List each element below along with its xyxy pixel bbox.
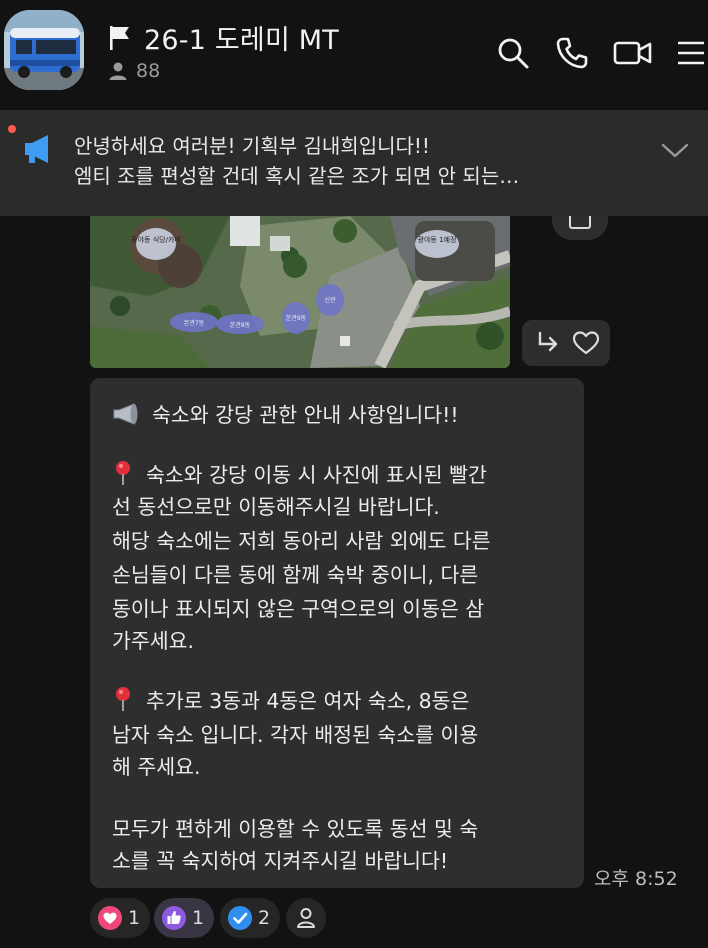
photo-label: 본관8동 (230, 321, 251, 329)
message-line: 해 주세요. (112, 755, 201, 779)
reply-like-group (522, 320, 610, 366)
person-icon (109, 62, 127, 80)
message-line: 추가로 3동과 4동은 여자 숙소, 8동은 (112, 684, 469, 714)
pushpin-icon (116, 461, 130, 485)
message-line: 모두가 편하게 이용할 수 있도록 동선 및 숙 (112, 817, 479, 841)
photo-label: 광야동 1예정 (418, 235, 457, 244)
message-line: 남자 숙소 입니다. 각자 배정된 숙소를 이용 (112, 723, 479, 747)
check-icon (228, 906, 252, 930)
reaction-count: 2 (258, 907, 271, 929)
photo-label: 본관9동 (286, 314, 307, 322)
room-title: 26-1 도레미 MT (144, 25, 339, 56)
flag-icon (110, 25, 129, 50)
notice-unread-dot (8, 125, 16, 133)
search-icon[interactable] (496, 36, 530, 70)
member-count[interactable]: 88 (108, 60, 160, 82)
member-count-value: 88 (136, 60, 161, 82)
message-line: 숙소와 강당 이동 시 사진에 표시된 빨간 (112, 458, 487, 488)
notice-line: 안녕하세요 여러분! 기획부 김내희입니다!! (74, 134, 430, 158)
menu-icon[interactable] (676, 36, 706, 70)
reply-icon[interactable] (534, 330, 562, 356)
chat-header: 26-1 도레미 MT 88 (0, 0, 708, 108)
reaction-heart[interactable]: 1 (90, 898, 151, 938)
reaction-count: 1 (192, 907, 205, 929)
chevron-down-icon[interactable] (660, 140, 690, 160)
reaction-count: 1 (128, 907, 141, 929)
message-line: 해당 숙소에는 저희 동아리 사람 외에도 다른 (112, 529, 491, 553)
heart-outline-icon[interactable] (572, 330, 600, 356)
notice-text: 안녕하세요 여러분! 기획부 김내희입니다!! 엠티 조를 편성할 건데 혹시 … (74, 131, 634, 191)
photo-label: 본관7동 (184, 319, 205, 327)
message-line: 숙소와 강당 관한 안내 사항입니다!! (112, 398, 459, 428)
photo-message[interactable]: 광야동 식당/카페 광야동 1예정 본관7동 본관8동 본관9동 신관 (90, 216, 510, 368)
reaction-check[interactable]: 2 (220, 898, 281, 938)
megaphone-icon (25, 135, 48, 163)
photo-label: 신관 (324, 296, 336, 304)
person-outline-icon (297, 908, 315, 928)
room-avatar[interactable] (4, 10, 84, 90)
video-icon[interactable] (613, 36, 653, 70)
phone-icon[interactable] (555, 36, 589, 70)
heart-icon (98, 906, 122, 930)
pushpin-icon (116, 687, 130, 711)
notice-line: 엠티 조를 편성할 건데 혹시 같은 조가 되면 안 되는… (74, 164, 520, 188)
message-line: 선 동선으로만 이동해주시길 바랍니다. (112, 495, 440, 519)
reaction-thumbs-up[interactable]: 1 (154, 898, 215, 938)
message-line: 소를 꼭 숙지하여 지켜주시길 바랍니다! (112, 849, 449, 873)
megaphone-emoji-icon (113, 403, 138, 425)
reaction-viewers-button[interactable] (286, 898, 326, 938)
message-line: 가주세요. (112, 629, 194, 653)
message-line: 손님들이 다른 동에 함께 숙박 중이니, 다른 (112, 563, 479, 587)
message-time: 오후 8:52 (594, 868, 678, 890)
message-bubble[interactable]: 숙소와 강당 관한 안내 사항입니다!! 숙소와 강당 이동 시 사진에 표시된… (90, 378, 584, 888)
thumbs-up-icon (162, 906, 186, 930)
message-line: 동이나 표시되지 않은 구역으로의 이동은 삼 (112, 597, 485, 621)
photo-label: 광야동 식당/카페 (131, 235, 181, 244)
